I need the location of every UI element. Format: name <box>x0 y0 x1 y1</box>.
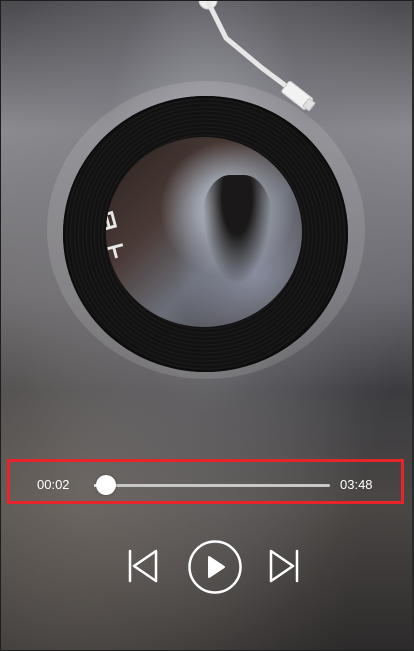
window-frame <box>0 0 414 651</box>
